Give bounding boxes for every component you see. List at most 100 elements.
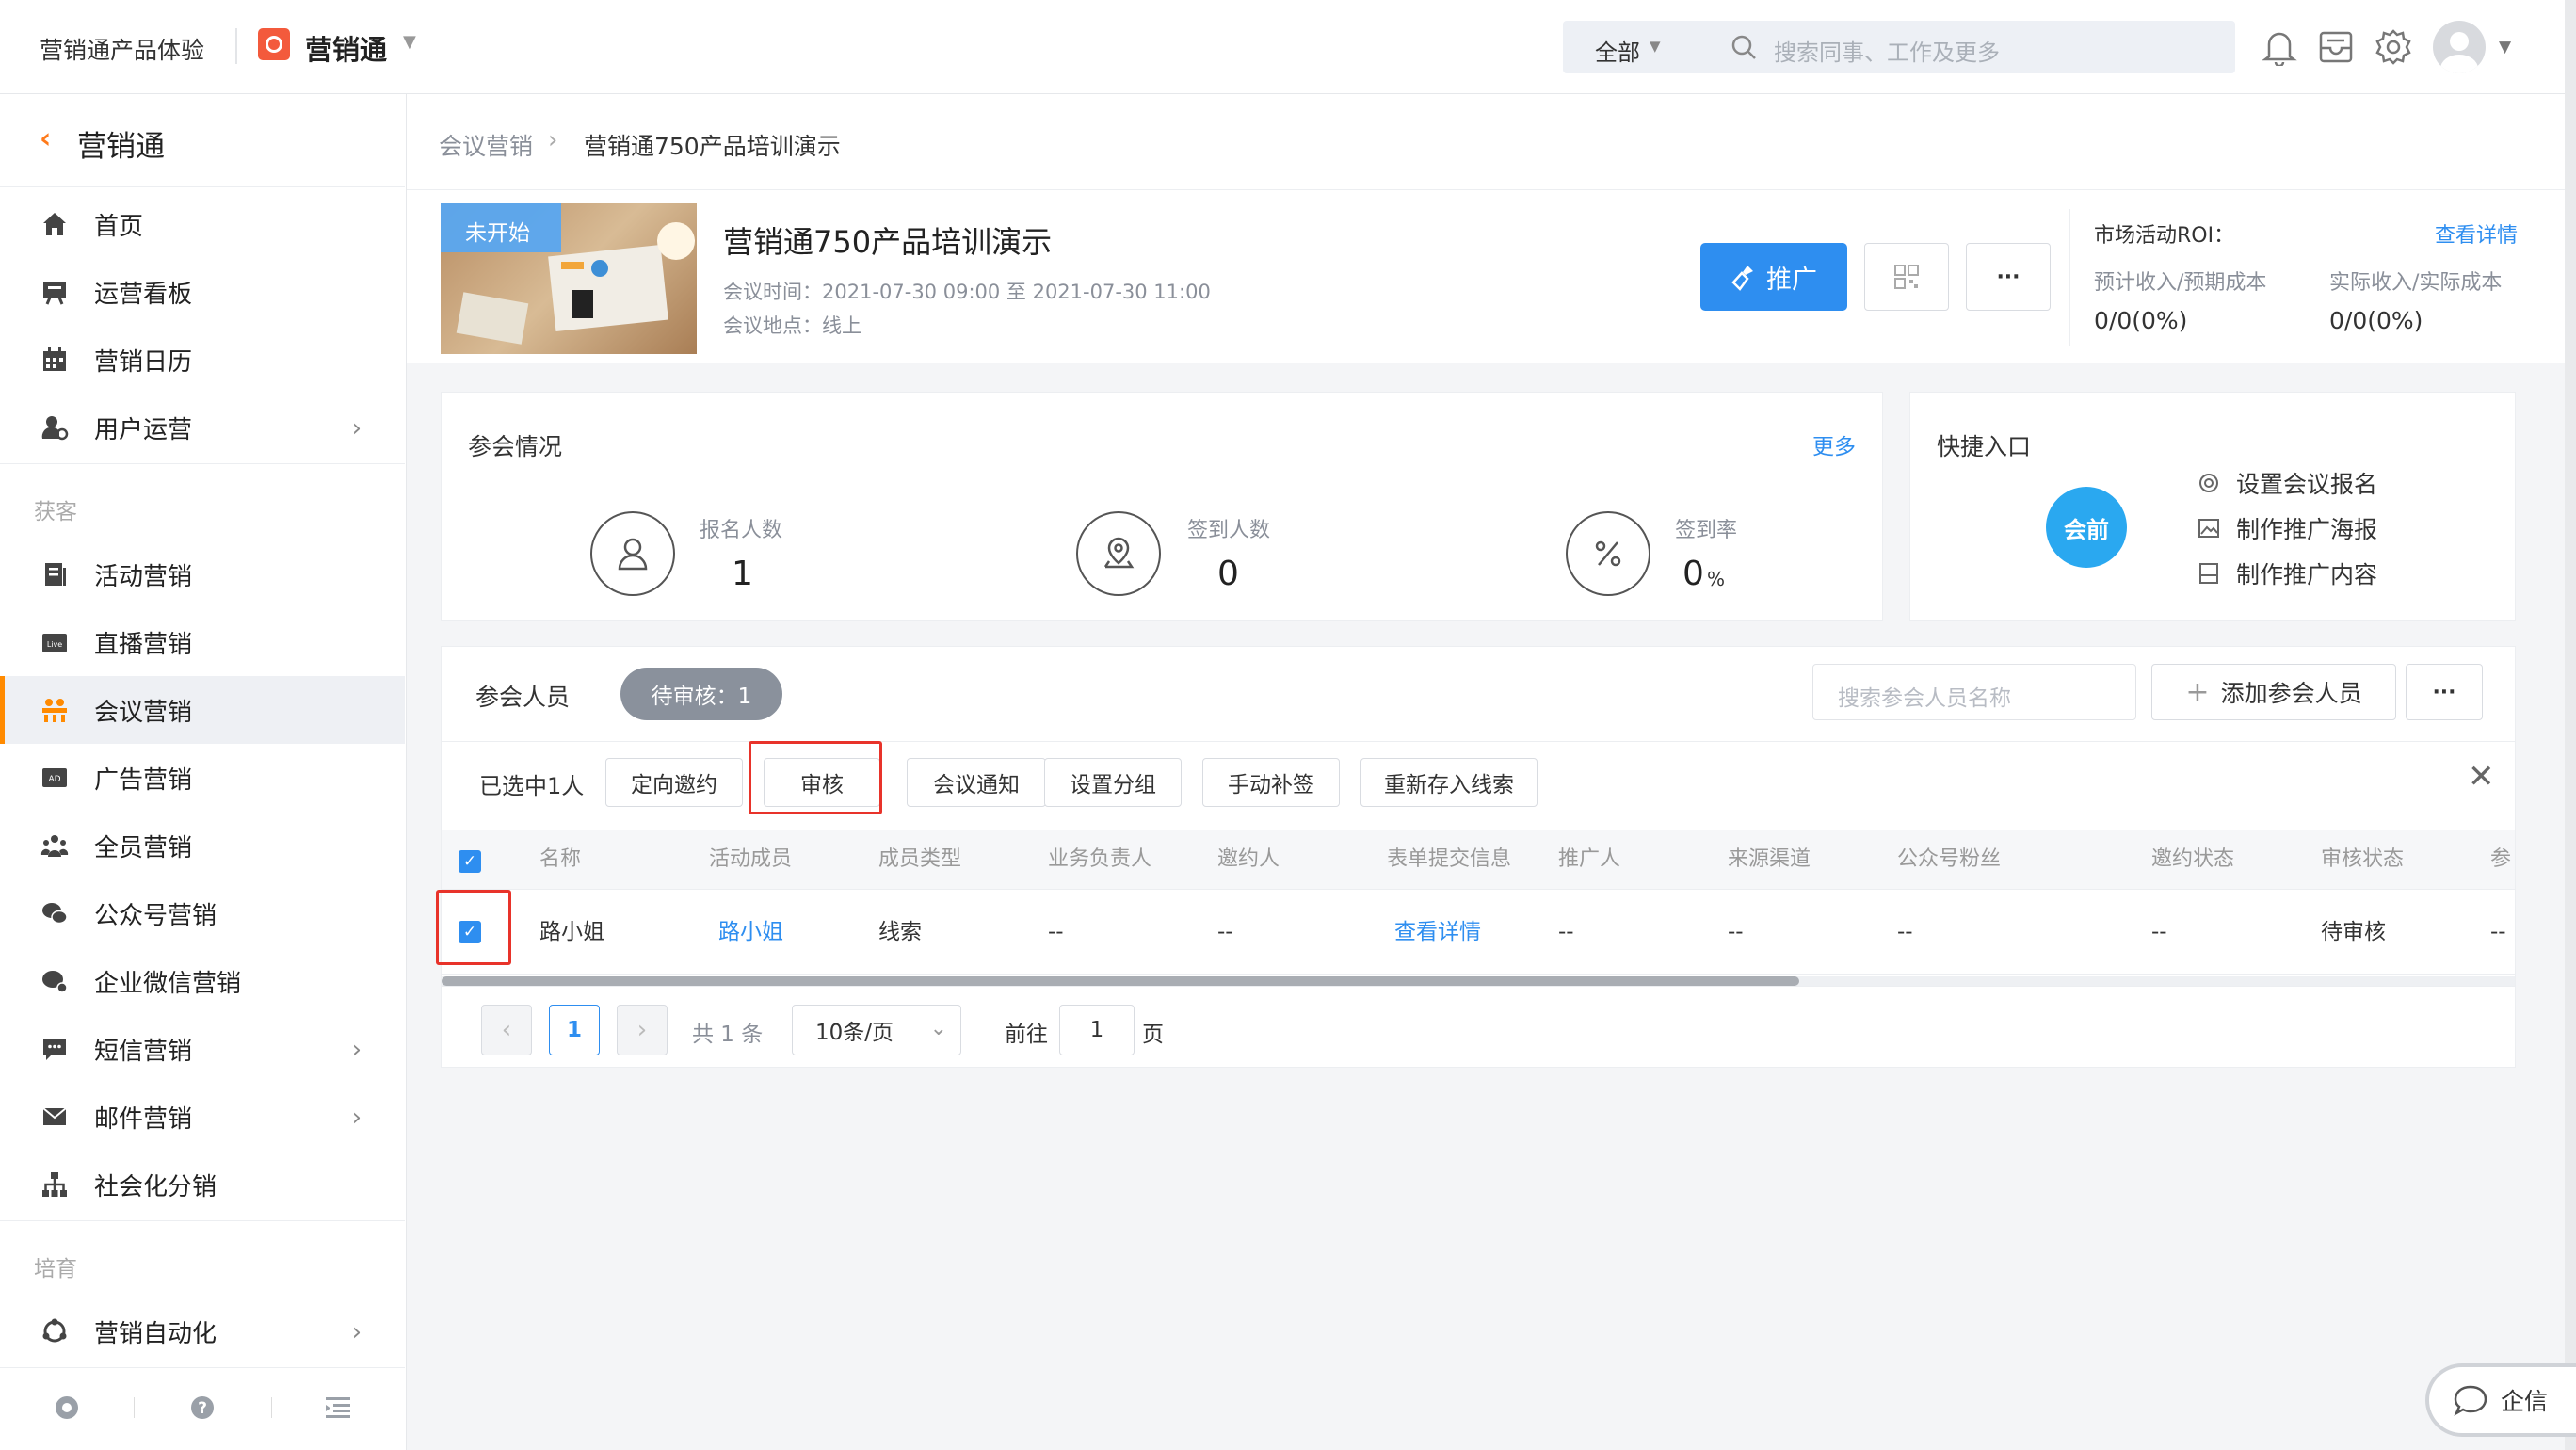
participant-search-input[interactable]: 搜索参会人员名称 — [1812, 664, 2136, 720]
participants-title: 参会人员 — [475, 684, 571, 711]
next-page-button[interactable]: › — [617, 1005, 668, 1055]
product-name[interactable]: 营销通 — [305, 28, 387, 68]
promote-button[interactable]: 推广 — [1700, 243, 1847, 311]
quick-link-content[interactable]: 制作推广内容 — [2197, 556, 2377, 590]
sidebar-item-official-account[interactable]: 公众号营销 — [0, 879, 405, 947]
goto-page-input[interactable]: 1 — [1059, 1005, 1135, 1055]
quick-title: 快捷入口 — [1937, 433, 2032, 460]
sidebar-item-home[interactable]: 首页 — [0, 190, 405, 258]
cell-name: 路小姐 — [539, 920, 604, 944]
inbox-icon[interactable] — [2318, 30, 2354, 64]
gear-icon[interactable] — [2375, 28, 2412, 66]
page-scrollbar[interactable] — [2565, 0, 2576, 1450]
team-icon — [38, 829, 72, 862]
sidebar-item-automation[interactable]: 营销自动化 › — [0, 1297, 405, 1365]
product-switch-chevron-icon[interactable]: ▼ — [403, 32, 416, 52]
sidebar-item-ads[interactable]: AD 广告营销 — [0, 744, 405, 812]
registered-user-icon — [590, 511, 675, 596]
pre-meeting-badge[interactable]: 会前 — [2046, 487, 2127, 568]
page-suffix: 页 — [1142, 1023, 1164, 1047]
account-chevron-icon[interactable]: ▼ — [2499, 38, 2511, 56]
sidebar-item-dashboard[interactable]: 运营看板 — [0, 258, 405, 326]
collapse-menu-icon[interactable] — [324, 1395, 352, 1420]
sidebar-item-label: 短信营销 — [94, 1037, 193, 1066]
manual-checkin-button[interactable]: 手动补签 — [1202, 758, 1340, 807]
cell-form-detail-link[interactable]: 查看详情 — [1394, 890, 1481, 974]
roi-expected-value: 0/0(0%) — [2094, 307, 2188, 334]
row-checkbox-highlight-box — [436, 890, 511, 965]
sidebar-item-meeting[interactable]: 会议营销 — [0, 676, 405, 744]
settings-gear-icon[interactable] — [53, 1394, 81, 1422]
search-input[interactable]: 搜索同事、工作及更多 — [1774, 34, 2000, 67]
svg-text:AD: AD — [48, 775, 60, 784]
select-all-checkbox[interactable]: ✓ — [459, 850, 481, 873]
quick-entry-card: 快捷入口 会前 设置会议报名 制作推广海报 制作推广内容 — [1909, 392, 2516, 621]
sidebar-item-user-ops[interactable]: 用户运营 › — [0, 394, 405, 461]
group-label-nurture: 培育 — [34, 1257, 77, 1281]
breadcrumb-parent[interactable]: 会议营销 — [439, 128, 533, 162]
divider — [0, 463, 405, 464]
event-cover-image: 未开始 — [441, 203, 697, 354]
set-group-button[interactable]: 设置分组 — [1044, 758, 1182, 807]
user-settings-icon — [38, 411, 72, 444]
cell-review-status: 待审核 — [2321, 920, 2386, 944]
back-arrow-icon[interactable]: ‹ — [40, 122, 51, 155]
app-name[interactable]: 营销通产品体验 — [40, 32, 204, 66]
prev-page-button[interactable]: ‹ — [481, 1005, 532, 1055]
sidebar-item-email[interactable]: 邮件营销 › — [0, 1083, 405, 1151]
mail-icon — [38, 1100, 72, 1134]
close-icon[interactable]: ✕ — [2468, 758, 2495, 796]
page-number-button[interactable]: 1 — [549, 1005, 600, 1055]
selected-count: 已选中1人 — [479, 773, 585, 799]
pending-review-tab[interactable]: 待审核：1 — [620, 668, 782, 720]
help-icon[interactable]: ? — [188, 1394, 217, 1422]
scope-select[interactable]: 全部 — [1595, 34, 1640, 67]
scope-chevron-icon[interactable]: ▼ — [1650, 38, 1661, 55]
column-header: 邀约人 — [1217, 847, 1280, 871]
rate-label: 签到率 — [1675, 519, 1738, 542]
sidebar-item-all-staff[interactable]: 全员营销 — [0, 812, 405, 879]
sidebar-item-calendar[interactable]: 营销日历 — [0, 326, 405, 394]
column-header: 邀约状态 — [2151, 847, 2235, 871]
sidebar-item-label: 直播营销 — [94, 630, 193, 659]
qrcode-button[interactable] — [1864, 243, 1949, 311]
add-participant-button[interactable]: + 添加参会人员 — [2151, 664, 2396, 720]
quick-link-poster[interactable]: 制作推广海报 — [2197, 511, 2377, 545]
quick-link-label: 设置会议报名 — [2236, 471, 2378, 498]
top-bar: 营销通产品体验 营销通 ▼ 全部 ▼ 搜索同事、工作及更多 ▼ — [0, 0, 2576, 94]
event-time: 会议时间：2021-07-30 09:00 至 2021-07-30 11:00 — [723, 281, 1211, 303]
group-label-acquire: 获客 — [34, 500, 77, 524]
sidebar-item-label: 用户运营 — [94, 415, 193, 444]
divider — [0, 186, 405, 187]
roi-actual-value: 0/0(0%) — [2329, 307, 2423, 334]
bell-icon[interactable] — [2262, 28, 2297, 66]
column-header: 成员类型 — [878, 847, 962, 871]
org-tree-icon — [38, 1168, 72, 1201]
targeted-invite-button[interactable]: 定向邀约 — [605, 758, 743, 807]
sidebar-item-activity[interactable]: 活动营销 — [0, 540, 405, 608]
resave-leads-button[interactable]: 重新存入线索 — [1360, 758, 1538, 807]
sidebar-item-distribution[interactable]: 社会化分销 — [0, 1151, 405, 1218]
divider — [235, 28, 237, 64]
meeting-notice-button[interactable]: 会议通知 — [907, 758, 1046, 807]
floating-chat-button[interactable]: 企信 — [2425, 1363, 2576, 1437]
page-size-select[interactable]: 10条/页 ⌄ — [792, 1005, 961, 1055]
sidebar-item-wecom[interactable]: 企业微信营销 — [0, 947, 405, 1015]
sidebar-item-label: 活动营销 — [94, 562, 193, 591]
cell-channel: -- — [1728, 920, 1744, 944]
roi-detail-link[interactable]: 查看详情 — [2435, 218, 2518, 249]
avatar[interactable] — [2433, 21, 2486, 73]
quick-link-registration[interactable]: 设置会议报名 — [2197, 466, 2377, 500]
table-horizontal-scrollbar[interactable] — [442, 976, 2515, 986]
sidebar-item-label: 营销日历 — [94, 347, 193, 377]
event-more-button[interactable]: ··· — [1966, 243, 2051, 311]
sidebar-item-sms[interactable]: 短信营销 › — [0, 1015, 405, 1083]
search-icon — [1731, 35, 1756, 59]
cell-member-link[interactable]: 路小姐 — [718, 890, 783, 974]
table-row[interactable]: ✓ 路小姐 路小姐 线索 -- -- 查看详情 -- -- -- -- 待审核 … — [442, 890, 2515, 975]
attendance-more-link[interactable]: 更多 — [1812, 428, 1856, 460]
sidebar-item-live[interactable]: Live 直播营销 — [0, 608, 405, 676]
participants-more-button[interactable]: ··· — [2406, 664, 2483, 720]
event-location: 会议地点：线上 — [723, 314, 861, 337]
total-count: 共 1 条 — [692, 1023, 764, 1047]
